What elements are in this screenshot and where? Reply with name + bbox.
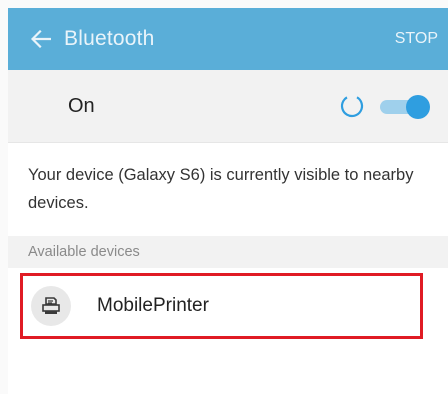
bluetooth-toggle-row[interactable]: On [8, 70, 448, 142]
scanning-spinner-icon [340, 94, 364, 118]
bluetooth-settings-screen: Bluetooth STOP On Your device (Galaxy S6… [0, 0, 448, 394]
visibility-text: Your device (Galaxy S6) is currently vis… [28, 166, 414, 212]
arrow-left-icon [31, 30, 51, 48]
switch-knob [406, 95, 430, 119]
device-icon-container [31, 286, 71, 326]
toggle-label: On [68, 94, 95, 117]
back-button[interactable] [22, 8, 60, 70]
available-devices-header: Available devices [8, 236, 448, 268]
app-bar: Bluetooth STOP [8, 8, 448, 70]
device-list: MobilePrinter [8, 268, 448, 394]
bluetooth-switch[interactable] [380, 95, 432, 119]
stop-button[interactable]: STOP [395, 8, 438, 70]
device-name: MobilePrinter [97, 295, 209, 316]
page-title: Bluetooth [64, 27, 155, 50]
visibility-info: Your device (Galaxy S6) is currently vis… [8, 142, 448, 236]
section-label: Available devices [28, 244, 140, 260]
printer-icon [42, 297, 60, 314]
list-item-mobileprinter[interactable]: MobilePrinter [20, 273, 423, 339]
